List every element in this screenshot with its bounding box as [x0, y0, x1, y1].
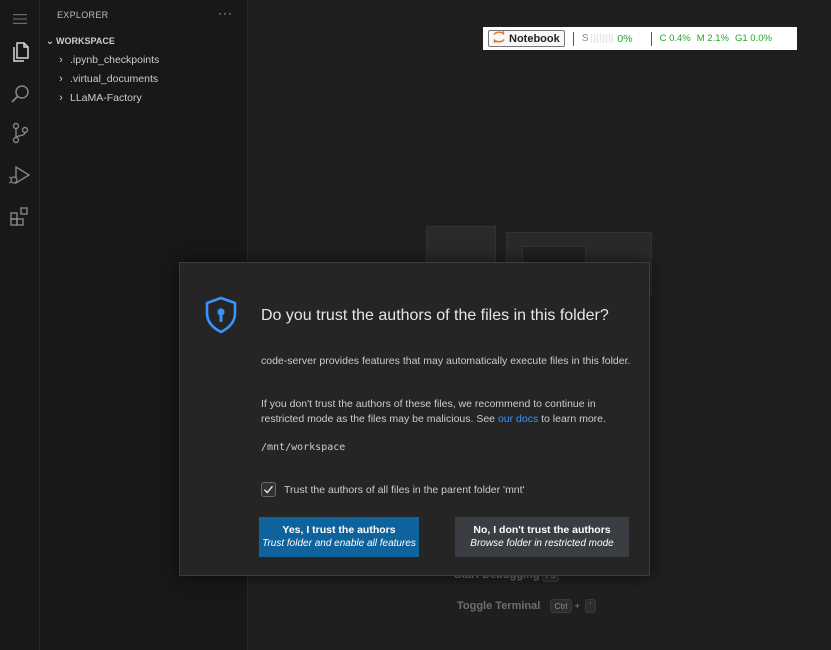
gpu-metric: G1 0.0% [734, 33, 772, 44]
storage-label: S [581, 33, 589, 44]
activity-bar [0, 0, 40, 650]
workspace-section-header[interactable]: ⌄ WORKSPACE [44, 34, 115, 48]
tree-item-ipynb-checkpoints[interactable]: › .ipynb_checkpoints [54, 50, 159, 69]
trust-parent-option[interactable]: Trust the authors of all files in the pa… [261, 482, 525, 497]
dialog-paragraph-1: code-server provides features that may a… [261, 355, 631, 367]
button-subtitle: Trust folder and enable all features [262, 538, 416, 549]
run-debug-icon[interactable] [0, 156, 40, 194]
extensions-icon[interactable] [0, 198, 40, 236]
memory-metric: M 2.1% [696, 33, 729, 44]
trust-parent-checkbox[interactable] [261, 482, 276, 497]
more-actions-icon[interactable]: ··· [218, 6, 233, 20]
folder-path: /mnt/workspace [261, 442, 346, 453]
button-title: Yes, I trust the authors [282, 524, 396, 536]
source-control-icon[interactable] [0, 114, 40, 152]
workspace-trust-dialog: Do you trust the authors of the files in… [179, 262, 650, 576]
notebook-status-widget: Notebook S 0% C 0.4% M 2.1% G1 0.0% [483, 27, 797, 50]
tree-item-virtual-documents[interactable]: › .virtual_documents [54, 69, 158, 88]
checkbox-label: Trust the authors of all files in the pa… [284, 483, 525, 496]
jupyter-icon [492, 30, 506, 47]
files-icon[interactable] [0, 33, 40, 71]
chevron-right-icon: › [59, 72, 63, 85]
toggle-terminal-shortcut: Toggle Terminal Ctrl + ` [457, 598, 596, 614]
keybinding-plus: + [574, 601, 580, 611]
notebook-label: Notebook [509, 32, 560, 45]
explorer-title: EXPLORER [57, 10, 109, 20]
cpu-metric: C 0.4% [659, 33, 691, 44]
toggle-terminal-label: Toggle Terminal [457, 600, 541, 612]
keybinding: ` [584, 599, 596, 613]
button-subtitle: Browse folder in restricted mode [470, 538, 614, 549]
paragraph-text: to learn more. [538, 413, 606, 425]
divider [650, 31, 652, 46]
dialog-title: Do you trust the authors of the files in… [261, 307, 609, 324]
chevron-right-icon: › [59, 53, 63, 66]
tree-item-label: .virtual_documents [70, 72, 159, 85]
divider [572, 31, 574, 46]
dont-trust-button[interactable]: No, I don't trust the authors Browse fol… [455, 517, 629, 557]
tree-item-llama-factory[interactable]: › LLaMA-Factory [54, 88, 142, 107]
chevron-right-icon: › [59, 91, 63, 104]
storage-bar [591, 34, 614, 43]
tree-item-label: .ipynb_checkpoints [70, 53, 160, 66]
shield-icon [203, 296, 239, 339]
keybinding: Ctrl [550, 599, 572, 613]
button-title: No, I don't trust the authors [473, 524, 611, 536]
tree-item-label: LLaMA-Factory [70, 91, 142, 104]
chevron-down-icon: ⌄ [45, 35, 55, 47]
notebook-button[interactable]: Notebook [488, 30, 565, 47]
search-icon[interactable] [0, 75, 40, 113]
our-docs-link[interactable]: our docs [498, 413, 538, 425]
storage-value: 0% [617, 32, 633, 45]
dialog-paragraph-2: If you don't trust the authors of these … [261, 397, 637, 427]
trust-button[interactable]: Yes, I trust the authors Trust folder an… [259, 517, 419, 557]
check-icon [264, 485, 274, 494]
workspace-label: WORKSPACE [56, 36, 115, 46]
